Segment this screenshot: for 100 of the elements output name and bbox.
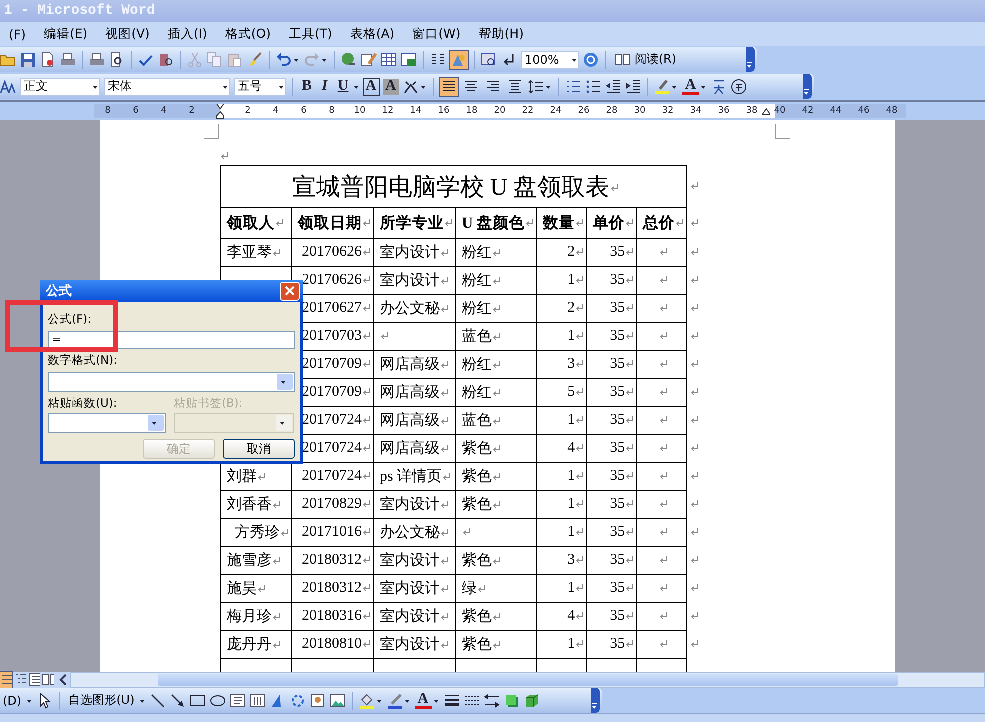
cell-text: 室内设计: [380, 273, 440, 289]
cell-text: 紫色: [462, 553, 492, 569]
cell-text: 施雪彦: [227, 553, 272, 569]
cell-text: 20170724: [302, 440, 362, 456]
formula-field[interactable]: =: [48, 331, 295, 349]
ruler-number: 16: [438, 106, 450, 116]
cell-text: 3: [568, 356, 576, 372]
menu-item[interactable]: 帮助(H): [470, 26, 533, 42]
cell-text: 单价: [593, 214, 626, 232]
cell-text: 办公文秘: [380, 525, 440, 541]
cell-text: 20170627: [302, 300, 362, 316]
ruler-number: 2: [245, 106, 251, 116]
cell-text: 领取日期: [298, 214, 362, 232]
ruler-number: 30: [634, 106, 646, 116]
font-combo[interactable]: 宋体: [104, 78, 230, 96]
ruler-number: 4: [273, 106, 279, 116]
cell-text: 所学专业: [380, 214, 444, 232]
cell-text: 绿: [462, 581, 477, 597]
cell-text: 20180810: [302, 636, 362, 652]
cancel-button[interactable]: 取消: [223, 439, 295, 459]
cell-text: 20170626: [302, 244, 362, 260]
cell-text: 紫色: [462, 609, 492, 625]
cell-text: 办公文秘: [380, 301, 440, 317]
cell-text: 20171016: [302, 524, 362, 540]
cell-text: 35: [610, 272, 626, 288]
draw-menu-button[interactable]: (D): [0, 690, 25, 710]
cell-text: 网店高级: [380, 413, 440, 429]
cell-text: 35: [610, 244, 626, 260]
menu-item[interactable]: 格式(O): [216, 26, 280, 42]
bold-button[interactable]: B: [299, 76, 316, 96]
cell-text: 1: [568, 272, 576, 288]
character-shading-button[interactable]: A: [382, 78, 400, 94]
ruler-number: 36: [718, 106, 730, 116]
cell-text: 2: [568, 300, 576, 316]
cell-text: 紫色: [462, 469, 492, 485]
cell-text: 室内设计: [380, 581, 440, 597]
cell-text: 4: [568, 608, 576, 624]
cell-text: 紫色: [462, 637, 492, 653]
cell-text: 2: [568, 244, 576, 260]
autoshapes-button[interactable]: 自选图形(U): [66, 690, 138, 710]
cell-text: 网店高级: [380, 441, 440, 457]
menu-item[interactable]: 插入(I): [158, 26, 216, 42]
cell-text: 35: [610, 552, 626, 568]
cell-text: 35: [610, 496, 626, 512]
font-color-button[interactable]: A: [682, 78, 700, 94]
ruler-number: 4: [160, 105, 168, 118]
font-color-button[interactable]: A: [414, 692, 432, 708]
cell-text: 35: [610, 524, 626, 540]
cell-text: 3: [568, 552, 576, 568]
cell-text: 1: [568, 328, 576, 344]
cell-text: 1: [568, 468, 576, 484]
cell-text: 20180316: [302, 608, 362, 624]
field-label: 粘贴书签(B):: [174, 396, 244, 411]
cell-text: 5: [568, 384, 576, 400]
dialog-title: 公式: [46, 283, 72, 300]
cell-text: 35: [610, 580, 626, 596]
cell-text: 梅月珍: [227, 609, 272, 625]
cell-text: 1: [568, 524, 576, 540]
ruler-number: 22: [522, 106, 534, 116]
ruler-number: 38: [746, 106, 758, 116]
cell-text: 1: [568, 580, 576, 596]
ruler-number: 12: [382, 106, 394, 116]
ruler-number: 8: [104, 105, 112, 118]
read-button[interactable]: 阅读(R): [612, 50, 680, 70]
cell-text: 4: [568, 440, 576, 456]
underline-button[interactable]: U: [334, 76, 352, 96]
cell-text: 网店高级: [380, 357, 440, 373]
menu-item[interactable]: 窗口(W): [404, 26, 470, 42]
cell-text: U 盘颜色: [462, 214, 526, 232]
cell-text: 室内设计: [380, 609, 440, 625]
character-border-button[interactable]: A: [364, 78, 379, 94]
menu-item[interactable]: 编辑(E): [34, 26, 97, 42]
cell-text: 35: [610, 636, 626, 652]
cell-text: 室内设计: [380, 637, 440, 653]
menu-item[interactable]: 表格(A): [341, 26, 404, 42]
style-combo[interactable]: 正文: [20, 78, 100, 96]
cell-text: 庞丹丹: [227, 637, 272, 653]
cell-text: 室内设计: [380, 245, 440, 261]
ruler-number: 10: [354, 106, 366, 116]
field-label: 数字格式(N):: [48, 353, 118, 368]
ruler-number: 48: [886, 106, 898, 116]
menu-item[interactable]: 工具(T): [280, 26, 342, 42]
cell-text: 20170703: [302, 328, 362, 344]
ruler-number: 26: [578, 106, 590, 116]
cell-text: 20170626: [302, 272, 362, 288]
zoom-combo[interactable]: 100%: [521, 50, 579, 68]
cell-text: 领取人: [227, 214, 275, 232]
cell-text: 蓝色: [462, 413, 492, 429]
font-size-combo[interactable]: 五号: [234, 78, 286, 96]
cell-text: 总价: [643, 214, 676, 232]
ruler-number: 14: [410, 106, 422, 116]
menu-item[interactable]: 视图(V): [96, 26, 159, 42]
cell-text: ps 详情页: [380, 469, 442, 485]
cell-text: 数量: [543, 214, 576, 232]
ruler-number: 34: [690, 106, 702, 116]
italic-button[interactable]: I: [319, 76, 331, 96]
horizontal-ruler[interactable]: 8 6 4 2 2 4 6 8 10 12 14 16 18 20 22 24 26 28 30 32 34 36 38 40 42 44 46 48: [94, 104, 906, 118]
table-title: 宣城普阳电脑学校 U 盘领取表: [292, 174, 610, 200]
menu-item[interactable]: (F): [0, 26, 35, 42]
cell-text: 20170724: [302, 468, 362, 484]
